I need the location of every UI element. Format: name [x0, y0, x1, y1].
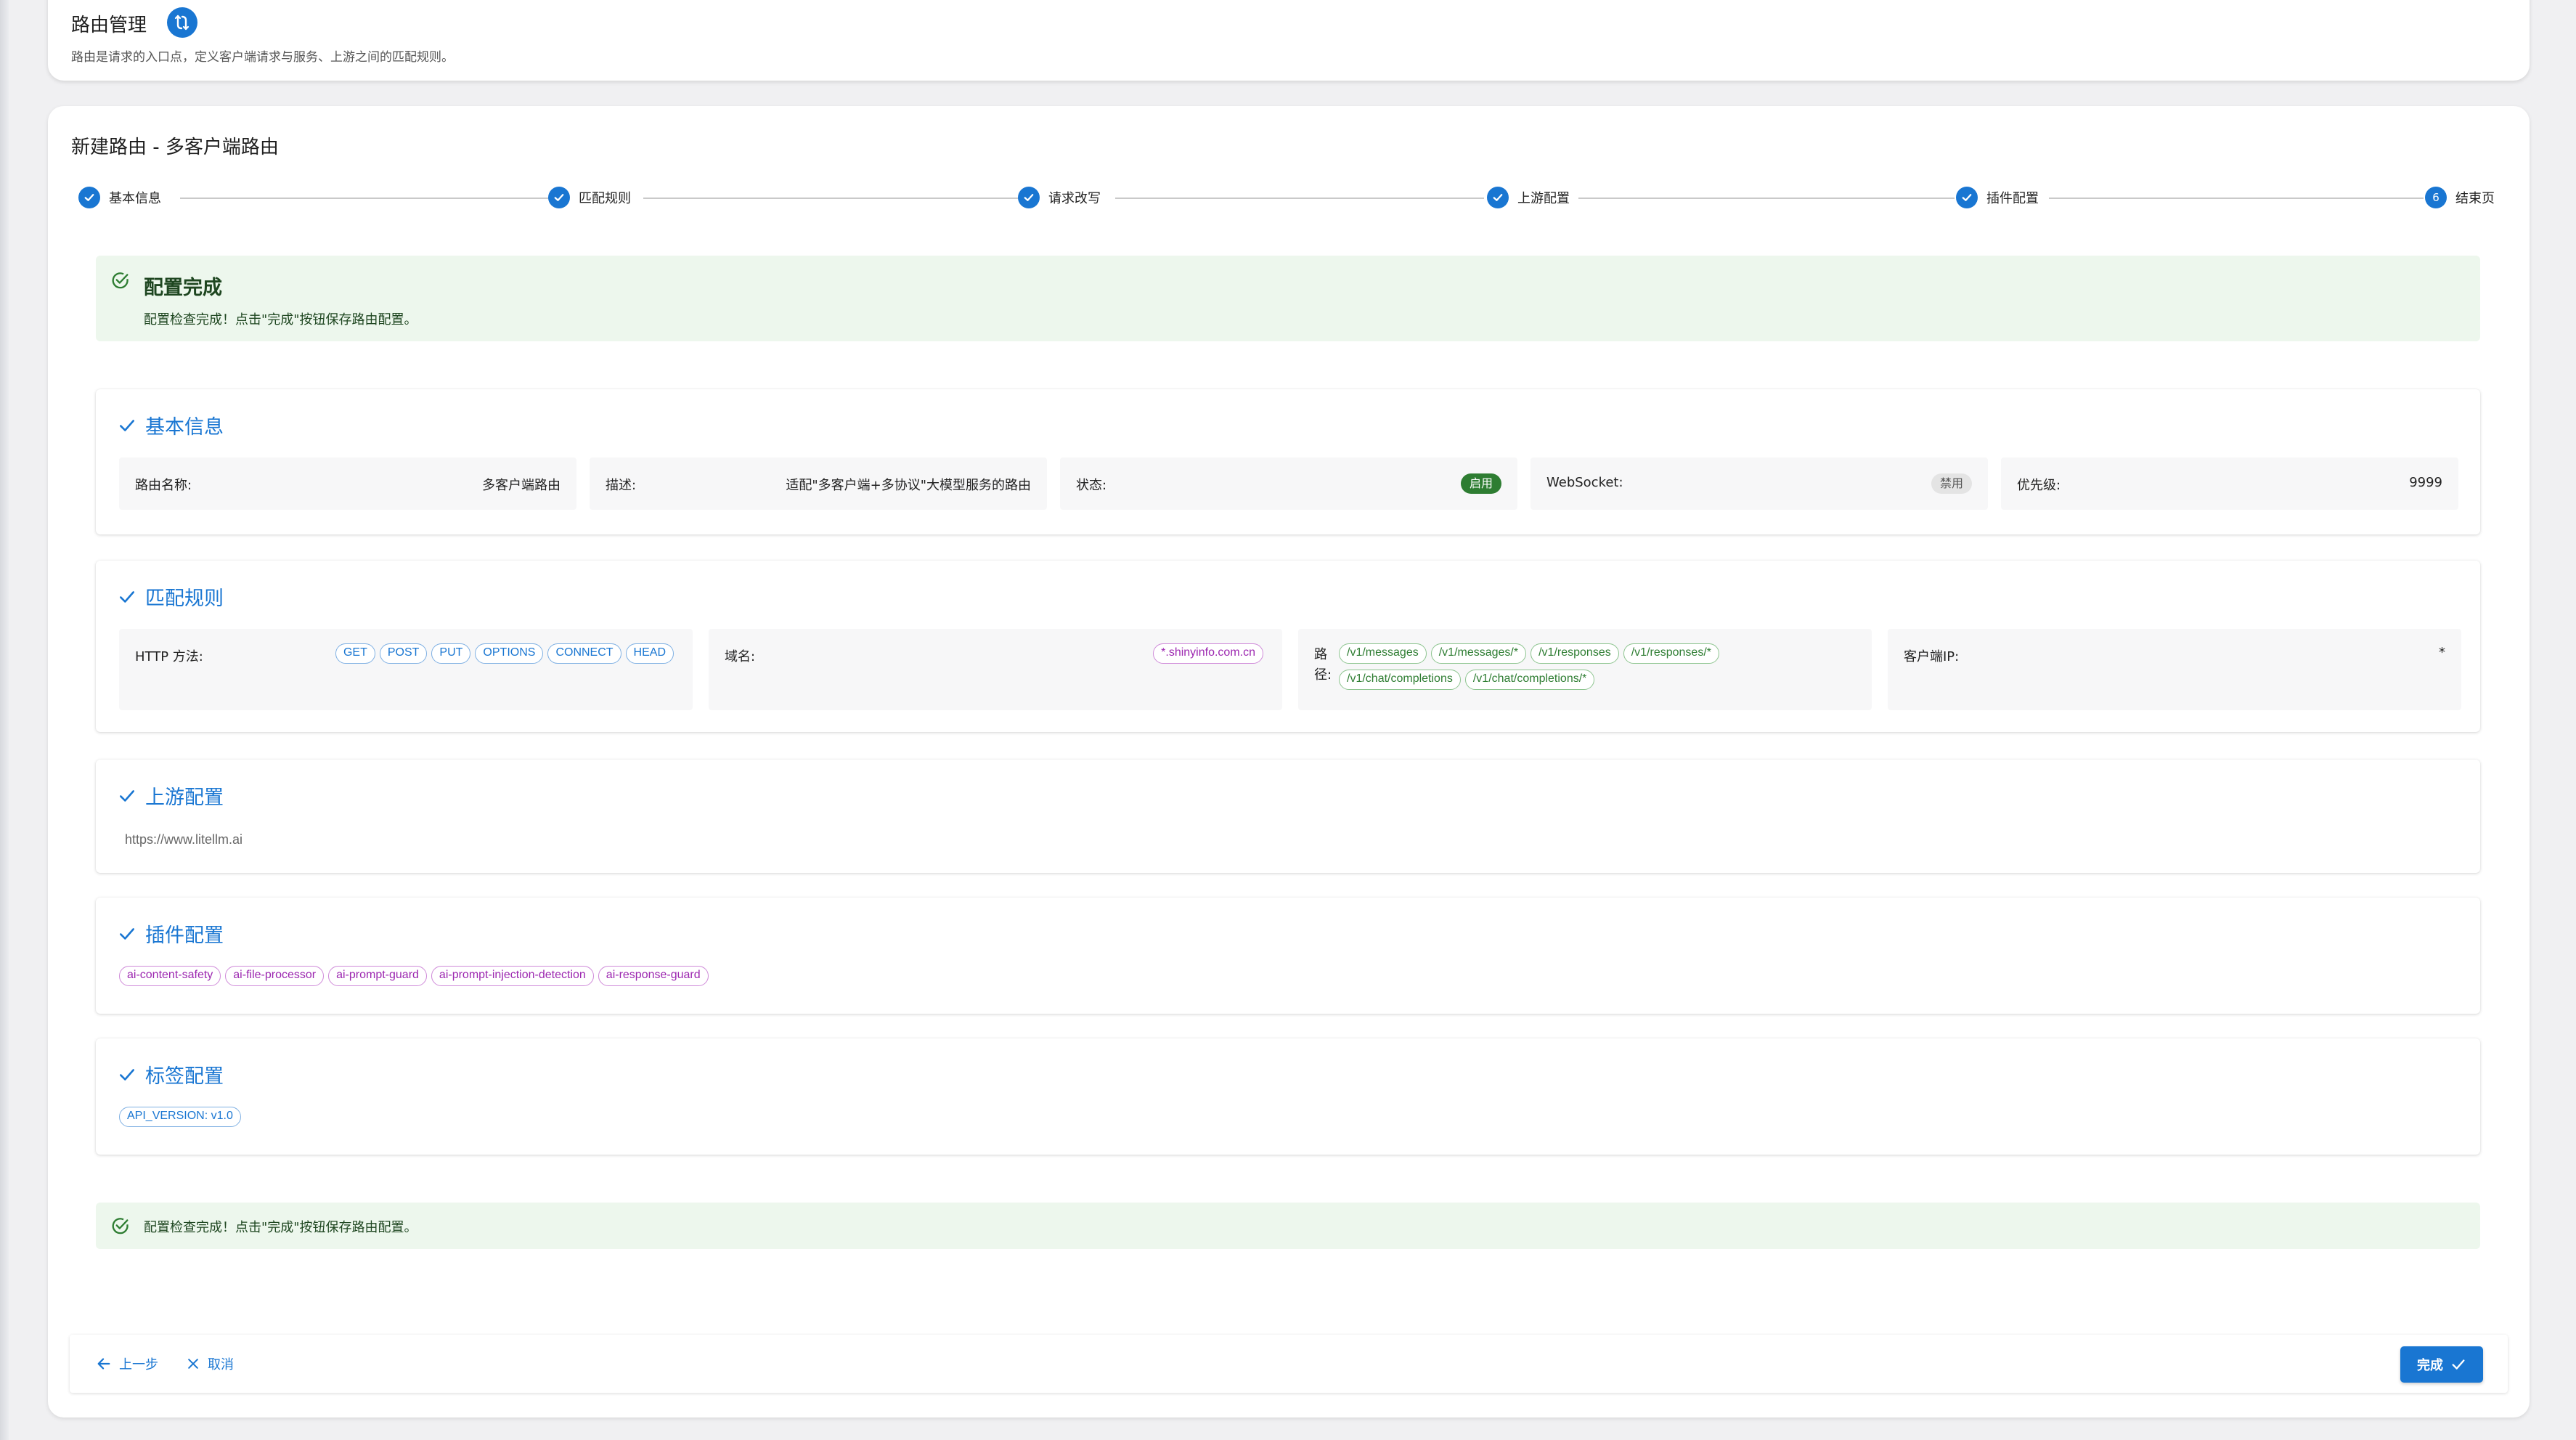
section-match-rules: 匹配规则 HTTP 方法: GET POST PUT OPTIONS CONNECT HE…	[96, 561, 2480, 732]
step-finish[interactable]: 6 结束页	[2425, 183, 2495, 212]
path-chip: /v1/chat/completions/*	[1464, 670, 1595, 690]
plugin-chips: ai-content-safety ai-file-processor ai-pro…	[119, 966, 713, 986]
field-paths: 路径: /v1/messages/v1/messages/*/v1/respon…	[1298, 629, 1872, 710]
finish-button[interactable]: 完成	[2400, 1346, 2483, 1383]
check-circle-outline-icon	[110, 270, 131, 293]
route-icon	[167, 7, 197, 38]
check-circle-icon	[1018, 187, 1040, 208]
field-http-methods: HTTP 方法: GET POST PUT OPTIONS CONNECT HEAD	[119, 629, 693, 710]
field-description: 描述: 适配"多客户端+多协议"大模型服务的路由	[590, 457, 1047, 510]
step-upstream[interactable]: 上游配置	[1487, 183, 1570, 212]
step-connector	[2049, 198, 2424, 199]
step-connector	[1578, 198, 1955, 199]
step-label: 基本信息	[109, 191, 161, 206]
alert-title: 配置完成	[144, 277, 222, 299]
http-method-chip: HEAD	[625, 643, 674, 664]
success-alert: 配置完成 配置检查完成！点击"完成"按钮保存路由配置。	[96, 256, 2480, 341]
section-basic-info: 基本信息 路由名称: 多客户端路由 描述: 适配"多客户端+多协议"大模型服务的…	[96, 389, 2480, 534]
alert-message: 配置检查完成！点击"完成"按钮保存路由配置。	[144, 1220, 417, 1235]
label-chips: API_VERSION: v1.0	[119, 1107, 245, 1127]
section-title: 基本信息	[118, 411, 224, 439]
domain-chips: *.shinyinfo.com.cn	[1153, 643, 1268, 664]
route-form-card: 新建路由 - 多客户端路由 基本信息 匹配规则 请求改写 上游配置 插件配置 6…	[48, 106, 2530, 1417]
check-icon	[120, 590, 134, 603]
section-plugins: 插件配置 ai-content-safety ai-file-processor a…	[96, 898, 2480, 1014]
step-plugins[interactable]: 插件配置	[1956, 183, 2039, 212]
success-alert-bottom: 配置检查完成！点击"完成"按钮保存路由配置。	[96, 1203, 2480, 1249]
section-title: 匹配规则	[118, 582, 224, 611]
check-circle-icon	[548, 187, 570, 208]
window-edge	[0, 0, 9, 1440]
field-domains: 域名: *.shinyinfo.com.cn	[709, 629, 1282, 710]
http-method-chip: PUT	[431, 643, 471, 664]
section-title: 上游配置	[118, 781, 224, 810]
section-labels: 标签配置 API_VERSION: v1.0	[96, 1038, 2480, 1155]
step-request-rewrite[interactable]: 请求改写	[1018, 183, 1101, 212]
field-websocket: WebSocket: 禁用	[1530, 457, 1988, 510]
step-basic-info[interactable]: 基本信息	[78, 183, 161, 212]
label-chip: API_VERSION: v1.0	[119, 1107, 241, 1127]
status-badge: 启用	[1460, 473, 1501, 494]
section-upstream: 上游配置 https://www.litellm.ai	[96, 760, 2480, 873]
stepper: 基本信息 匹配规则 请求改写 上游配置 插件配置 6 结束页	[78, 183, 2503, 212]
prev-step-button[interactable]: 上一步	[96, 1352, 158, 1375]
plugin-chip: ai-prompt-injection-detection	[431, 966, 594, 986]
check-circle-icon	[78, 187, 100, 208]
websocket-badge: 禁用	[1931, 473, 1972, 494]
check-icon	[120, 1068, 134, 1081]
http-method-chip: GET	[335, 643, 375, 664]
form-actions: 上一步 取消 完成	[70, 1335, 2508, 1393]
section-title: 标签配置	[118, 1060, 224, 1089]
section-title: 插件配置	[118, 919, 224, 948]
close-icon	[188, 1359, 198, 1369]
form-title: 新建路由 - 多客户端路由	[71, 137, 279, 158]
step-connector	[180, 198, 549, 199]
check-icon	[120, 789, 134, 802]
step-match-rules[interactable]: 匹配规则	[548, 183, 631, 212]
page-header: 路由管理 路由是请求的入口点，定义客户端请求与服务、上游之间的匹配规则。	[48, 0, 2530, 81]
plugin-chip: ai-prompt-guard	[328, 966, 427, 986]
upstream-url: https://www.litellm.ai	[125, 832, 243, 847]
path-chip: /v1/responses/*	[1623, 643, 1719, 664]
step-label: 上游配置	[1517, 191, 1570, 206]
plugin-chip: ai-response-guard	[598, 966, 709, 986]
step-label: 结束页	[2455, 191, 2495, 206]
check-icon	[120, 419, 134, 431]
step-number: 6	[2425, 187, 2447, 208]
path-chip: /v1/messages	[1339, 643, 1427, 664]
page-subtitle: 路由是请求的入口点，定义客户端请求与服务、上游之间的匹配规则。	[71, 50, 454, 65]
plugin-chip: ai-content-safety	[119, 966, 221, 986]
field-route-name: 路由名称: 多客户端路由	[119, 457, 576, 510]
check-circle-icon	[1956, 187, 1978, 208]
plugin-chip: ai-file-processor	[225, 966, 325, 986]
step-connector	[643, 198, 1019, 199]
http-method-chip: CONNECT	[547, 643, 621, 664]
arrow-left-icon	[97, 1358, 110, 1370]
cancel-button[interactable]: 取消	[186, 1352, 234, 1375]
check-circle-icon	[1487, 187, 1509, 208]
http-method-chip: POST	[379, 643, 428, 664]
field-status: 状态: 启用	[1060, 457, 1517, 510]
page-title: 路由管理	[71, 15, 147, 36]
step-label: 匹配规则	[579, 191, 631, 206]
step-label: 插件配置	[1986, 191, 2039, 206]
field-priority: 优先级: 9999	[2001, 457, 2458, 510]
step-connector	[1115, 198, 1484, 199]
step-label: 请求改写	[1048, 191, 1101, 206]
path-chips: /v1/messages/v1/messages/*/v1/responses /…	[1339, 643, 1803, 690]
http-method-chip: OPTIONS	[475, 643, 544, 664]
check-circle-outline-icon	[110, 1216, 131, 1239]
path-chip: /v1/responses	[1530, 643, 1619, 664]
check-icon	[120, 927, 134, 940]
domain-chip: *.shinyinfo.com.cn	[1153, 643, 1263, 664]
path-chip: /v1/chat/completions	[1339, 670, 1461, 690]
check-icon	[2452, 1359, 2465, 1370]
path-chip: /v1/messages/*	[1430, 643, 1527, 664]
field-client-ip: 客户端IP: *	[1888, 629, 2461, 710]
alert-message: 配置检查完成！点击"完成"按钮保存路由配置。	[144, 312, 417, 328]
http-methods-chips: GET POST PUT OPTIONS CONNECT HEAD	[335, 643, 678, 664]
